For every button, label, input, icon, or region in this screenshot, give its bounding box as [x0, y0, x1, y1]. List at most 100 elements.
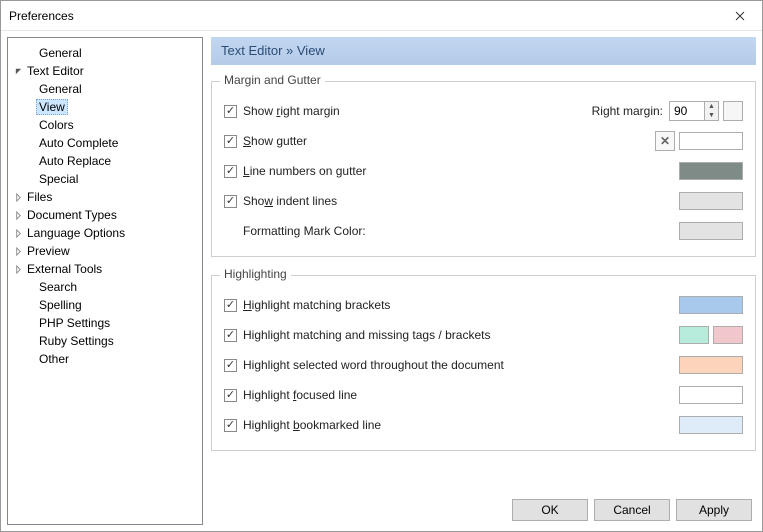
tree-item-label: Files — [24, 189, 55, 205]
tree-item-label: Ruby Settings — [36, 333, 117, 349]
hl-bookmarked-color[interactable] — [679, 416, 743, 434]
checkbox-right-margin[interactable] — [224, 105, 237, 118]
close-button[interactable] — [718, 1, 762, 31]
tree-item[interactable]: General — [8, 80, 202, 98]
label-indent-lines[interactable]: Show indent lines — [243, 194, 679, 208]
hl-focused-color[interactable] — [679, 386, 743, 404]
spacer — [24, 155, 36, 167]
right-margin-color[interactable] — [723, 101, 743, 121]
row-formatting-mark: Formatting Mark Color: — [224, 216, 743, 246]
tree-item[interactable]: View — [8, 98, 202, 116]
label-right-margin[interactable]: Show right margin — [243, 104, 592, 118]
label-formatting-mark: Formatting Mark Color: — [243, 224, 679, 238]
tree-item-label: Auto Complete — [36, 135, 121, 151]
gutter-color[interactable] — [679, 132, 743, 150]
row-right-margin: Show right margin Right margin: ▲▼ — [224, 96, 743, 126]
group-title: Margin and Gutter — [220, 73, 325, 87]
dialog-footer: OK Cancel Apply — [211, 493, 756, 525]
checkbox-indent-lines[interactable] — [224, 195, 237, 208]
tree-item[interactable]: Spelling — [8, 296, 202, 314]
row-line-numbers: Line numbers on gutter — [224, 156, 743, 186]
spacer — [24, 353, 36, 365]
hl-tags-match-color[interactable] — [679, 326, 709, 344]
nav-tree[interactable]: GeneralText EditorGeneralViewColorsAuto … — [7, 37, 203, 525]
chevron-right-icon[interactable] — [12, 245, 24, 257]
tree-item[interactable]: Search — [8, 278, 202, 296]
page-title: Text Editor » View — [211, 37, 756, 65]
tree-item[interactable]: General — [8, 44, 202, 62]
checkbox-hl-bookmarked[interactable] — [224, 419, 237, 432]
tree-item-label: Preview — [24, 243, 73, 259]
close-icon — [735, 11, 745, 21]
titlebar: Preferences — [1, 1, 762, 31]
apply-button[interactable]: Apply — [676, 499, 752, 521]
tree-item[interactable]: Colors — [8, 116, 202, 134]
spacer — [24, 335, 36, 347]
checkbox-hl-word[interactable] — [224, 359, 237, 372]
chevron-right-icon[interactable] — [12, 191, 24, 203]
tree-item-label: Other — [36, 351, 72, 367]
checkbox-line-numbers[interactable] — [224, 165, 237, 178]
row-hl-tags: Highlight matching and missing tags / br… — [224, 320, 743, 350]
indent-lines-color[interactable] — [679, 192, 743, 210]
spacer — [24, 119, 36, 131]
cancel-button[interactable]: Cancel — [594, 499, 670, 521]
label-hl-focused[interactable]: Highlight focused line — [243, 388, 679, 402]
chevron-right-icon[interactable] — [12, 263, 24, 275]
spacer — [24, 173, 36, 185]
spacer — [24, 101, 36, 113]
tree-item[interactable]: Auto Complete — [8, 134, 202, 152]
tree-item-label: Document Types — [24, 207, 120, 223]
hl-word-color[interactable] — [679, 356, 743, 374]
clear-gutter-color-button[interactable]: ✕ — [655, 131, 675, 151]
formatting-mark-color[interactable] — [679, 222, 743, 240]
hl-tags-missing-color[interactable] — [713, 326, 743, 344]
right-margin-input[interactable] — [670, 102, 704, 120]
tree-item-label: External Tools — [24, 261, 105, 277]
tree-item[interactable]: Text Editor — [8, 62, 202, 80]
checkbox-hl-tags[interactable] — [224, 329, 237, 342]
label-hl-bookmarked[interactable]: Highlight bookmarked line — [243, 418, 679, 432]
tree-item-label: PHP Settings — [36, 315, 113, 331]
tree-item[interactable]: Special — [8, 170, 202, 188]
tree-item[interactable]: Ruby Settings — [8, 332, 202, 350]
chevron-right-icon[interactable] — [12, 209, 24, 221]
chevron-right-icon[interactable] — [12, 227, 24, 239]
hl-brackets-color[interactable] — [679, 296, 743, 314]
label-line-numbers[interactable]: Line numbers on gutter — [243, 164, 679, 178]
right-margin-spinner[interactable]: ▲▼ — [669, 101, 719, 121]
ok-button[interactable]: OK — [512, 499, 588, 521]
tree-item[interactable]: Other — [8, 350, 202, 368]
chevron-down-icon[interactable] — [12, 65, 24, 77]
tree-item[interactable]: Preview — [8, 242, 202, 260]
label-hl-word[interactable]: Highlight selected word throughout the d… — [243, 358, 679, 372]
tree-item-label: Spelling — [36, 297, 85, 313]
label-gutter[interactable]: Show gutter — [243, 134, 655, 148]
row-hl-bookmarked: Highlight bookmarked line — [224, 410, 743, 440]
checkbox-hl-brackets[interactable] — [224, 299, 237, 312]
spacer — [24, 47, 36, 59]
window-title: Preferences — [9, 9, 74, 23]
tree-item[interactable]: Language Options — [8, 224, 202, 242]
label-hl-brackets[interactable]: Highlight matching brackets — [243, 298, 679, 312]
preferences-window: Preferences GeneralText EditorGeneralVie… — [0, 0, 763, 532]
tree-item[interactable]: Auto Replace — [8, 152, 202, 170]
checkbox-hl-focused[interactable] — [224, 389, 237, 402]
tree-item-label: Search — [36, 279, 80, 295]
spin-up-icon[interactable]: ▲ — [705, 102, 718, 111]
line-numbers-color[interactable] — [679, 162, 743, 180]
label-right-margin-value: Right margin: — [592, 104, 663, 118]
x-icon: ✕ — [660, 134, 670, 148]
label-hl-tags[interactable]: Highlight matching and missing tags / br… — [243, 328, 679, 342]
spacer — [24, 299, 36, 311]
tree-item-label: Language Options — [24, 225, 128, 241]
checkbox-gutter[interactable] — [224, 135, 237, 148]
tree-item-label: Text Editor — [24, 63, 87, 79]
tree-item[interactable]: Document Types — [8, 206, 202, 224]
spin-down-icon[interactable]: ▼ — [705, 111, 718, 120]
tree-item[interactable]: PHP Settings — [8, 314, 202, 332]
tree-item-label: Colors — [36, 117, 77, 133]
tree-item[interactable]: External Tools — [8, 260, 202, 278]
tree-item[interactable]: Files — [8, 188, 202, 206]
group-title: Highlighting — [220, 267, 291, 281]
